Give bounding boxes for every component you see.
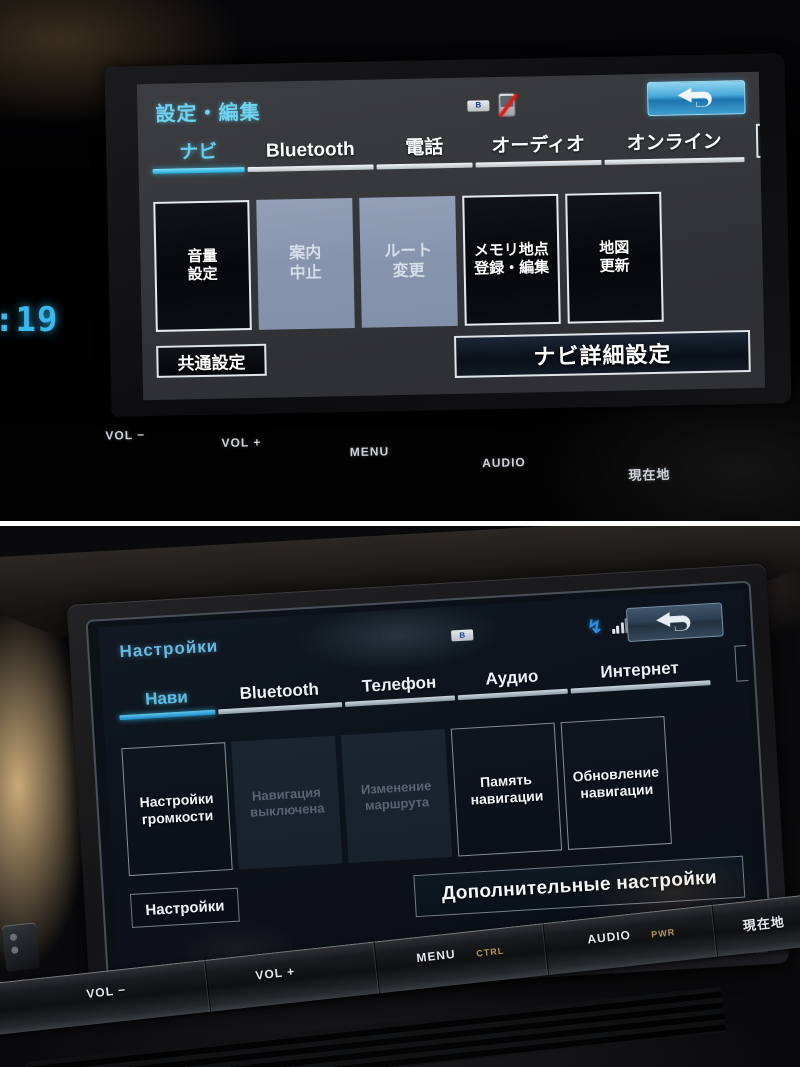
tile-navigation-update[interactable]: Обновление навигации (560, 716, 672, 850)
tab-bar-japanese[interactable]: ナビ Bluetooth 電話 オーディオ オンライン (152, 126, 749, 174)
hw-key-menu[interactable] (374, 923, 550, 994)
tile-volume-settings[interactable]: 音量 設定 (153, 200, 252, 332)
hw-button-vol-up[interactable]: VOL + (221, 435, 261, 450)
screenshot-root: :19 設定・編集 B ナビ Bluetooth 電話 オーディオ オンライン … (0, 0, 800, 1067)
bluetooth-pill-icon: B (467, 99, 490, 112)
tab-online[interactable]: オンライン (604, 126, 745, 165)
top-photo-panel: :19 設定・編集 B ナビ Bluetooth 電話 オーディオ オンライン … (0, 0, 800, 521)
hw-button-audio[interactable]: AUDIO (482, 455, 526, 470)
tile-change-route: ルート 変更 (359, 195, 458, 328)
navigation-screen-japanese: 設定・編集 B ナビ Bluetooth 電話 オーディオ オンライン 音量 設… (136, 71, 766, 401)
tile-stop-guidance: 案内 中止 (256, 197, 355, 330)
tab-underline (376, 162, 473, 170)
tab-phone[interactable]: 電話 (376, 132, 473, 170)
hw-button-menu[interactable]: MENU (350, 444, 390, 459)
common-settings-button[interactable]: 共通設定 (156, 343, 267, 378)
tile-navigation-memory[interactable]: Память навигации (450, 722, 563, 857)
bluetooth-icon: ↯ (586, 616, 604, 639)
tab-bar-russian[interactable]: Нави Bluetooth Телефон Аудио Интернет (118, 648, 729, 721)
settings-tile-grid-russian: Настройки громкости Навигация выключена … (121, 716, 672, 877)
tile-change-route: Изменение маршрута (340, 729, 453, 864)
tab-bluetooth[interactable]: Bluetooth (247, 134, 374, 173)
phone-disconnected-icon (498, 92, 518, 118)
tab-bluetooth[interactable]: Bluetooth (216, 671, 343, 715)
bluetooth-pill-icon: B (450, 629, 474, 642)
dashboard-clock: :19 (0, 300, 59, 340)
bottom-photo-panel: NSZT-Y68T Настройки B ↯ (0, 526, 800, 1067)
back-button[interactable] (646, 80, 746, 117)
hardware-button-row-top: VOL − VOL + MENU AUDIO 現在地 (0, 395, 800, 521)
tab-navi[interactable]: Нави (118, 679, 216, 721)
tile-volume-settings[interactable]: Настройки громкости (121, 742, 233, 877)
settings-tile-grid-japanese: 音量 設定 案内 中止 ルート 変更 メモリ地点 登録・編集 地図 更新 (153, 191, 664, 332)
hw-button-vol-down[interactable]: VOL − (105, 428, 145, 443)
tab-internet[interactable]: Интернет (569, 649, 711, 694)
tab-underline (604, 157, 745, 165)
hw-button-current-location[interactable]: 現在地 (628, 464, 670, 484)
tab-phone[interactable]: Телефон (343, 664, 456, 707)
back-arrow-icon (656, 612, 691, 631)
navi-detailed-settings-button[interactable]: ナビ詳細設定 (454, 330, 751, 378)
status-icon-group-bottom: B ↯ (450, 615, 649, 646)
status-icon-group-top: B (467, 92, 518, 118)
settings-button[interactable]: Настройки (129, 887, 240, 928)
tile-map-update[interactable]: 地図 更新 (565, 191, 664, 324)
page-title: 設定・編集 (155, 101, 261, 126)
page-title: Настройки (119, 636, 219, 662)
tab-audio[interactable]: Аудио (456, 658, 568, 701)
back-button[interactable] (625, 602, 724, 643)
tab-audio[interactable]: オーディオ (475, 129, 602, 168)
tab-navi[interactable]: ナビ (152, 136, 245, 174)
back-arrow-icon (677, 87, 712, 107)
tile-navigation-off: Навигация выключена (231, 735, 343, 870)
tile-memory-points[interactable]: メモリ地点 登録・編集 (462, 193, 561, 326)
tab-underline (152, 167, 245, 174)
